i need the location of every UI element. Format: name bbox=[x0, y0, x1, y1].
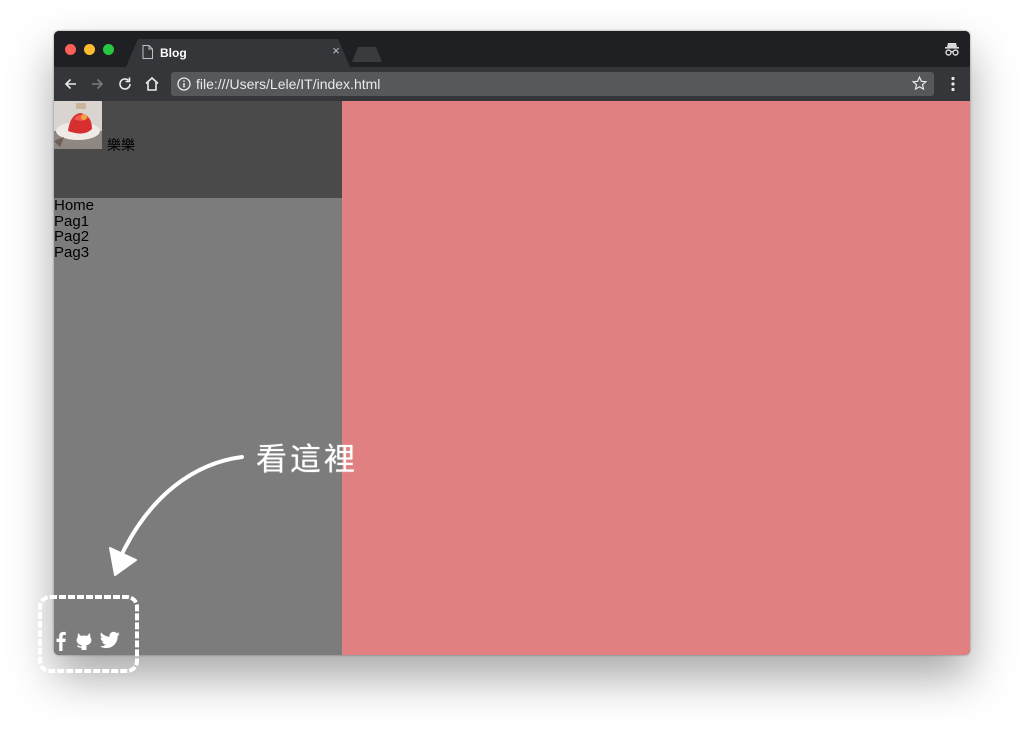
annotation-overlay bbox=[38, 455, 244, 673]
annotation-arrow-shaft bbox=[119, 455, 244, 558]
annotation-highlight-box bbox=[38, 595, 139, 673]
annotation-label: 看這裡 bbox=[256, 442, 358, 478]
